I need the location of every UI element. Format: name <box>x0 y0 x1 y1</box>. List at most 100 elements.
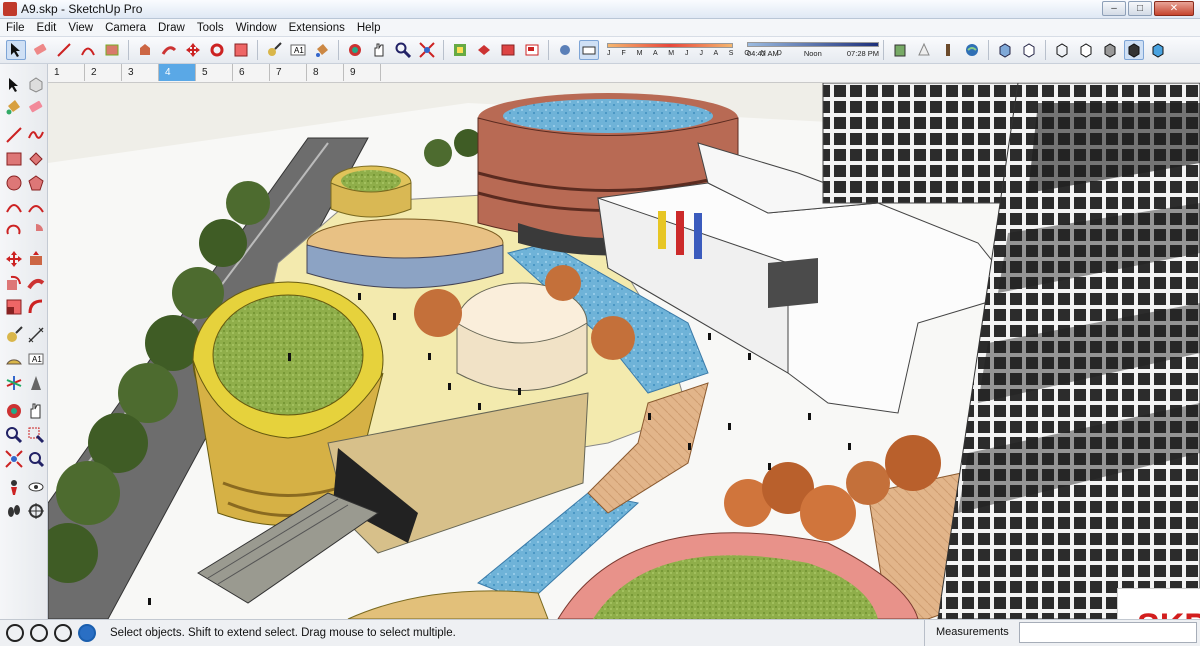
layout-button[interactable] <box>522 40 542 60</box>
orbit-icon[interactable] <box>5 402 23 420</box>
rectangle-icon[interactable] <box>5 150 23 168</box>
menu-draw[interactable]: Draw <box>152 22 191 34</box>
user-status-icon[interactable] <box>54 624 72 642</box>
pie-icon[interactable] <box>27 222 45 240</box>
pan-icon[interactable] <box>27 402 45 420</box>
scene-tab-4[interactable]: 4 <box>159 64 196 81</box>
walk-icon[interactable] <box>5 502 23 520</box>
menu-view[interactable]: View <box>62 22 99 34</box>
eraser-tool-button[interactable] <box>30 40 50 60</box>
paint-bucket-tool-button[interactable] <box>312 40 332 60</box>
scale-icon[interactable] <box>5 298 23 316</box>
pan-tool-button[interactable] <box>369 40 389 60</box>
zoom-tool-button[interactable] <box>393 40 413 60</box>
zoom-extents-tool-button[interactable] <box>417 40 437 60</box>
polygon-icon[interactable] <box>27 174 45 192</box>
section-plane-button[interactable] <box>938 40 958 60</box>
dimensions-icon[interactable] <box>27 326 45 344</box>
fog-button[interactable] <box>914 40 934 60</box>
orbit-tool-button[interactable] <box>345 40 365 60</box>
menu-edit[interactable]: Edit <box>31 22 63 34</box>
menu-extensions[interactable]: Extensions <box>283 22 351 34</box>
menu-tools[interactable]: Tools <box>191 22 230 34</box>
geo-location-button[interactable] <box>962 40 982 60</box>
line-tool-button[interactable] <box>54 40 74 60</box>
circle-icon[interactable] <box>5 174 23 192</box>
arc-tool-button[interactable] <box>78 40 98 60</box>
push-pull-tool-button[interactable] <box>135 40 155 60</box>
section-plane-icon[interactable] <box>27 502 45 520</box>
select-tool-button[interactable] <box>6 40 26 60</box>
help-icon[interactable] <box>78 624 96 642</box>
3d-warehouse-button[interactable] <box>450 40 470 60</box>
shadows-toggle-button[interactable] <box>555 40 575 60</box>
text-icon[interactable]: A1 <box>27 350 45 368</box>
scene-tab-6[interactable]: 6 <box>233 64 270 81</box>
menu-window[interactable]: Window <box>230 22 283 34</box>
hidden-line-style-button[interactable] <box>1076 40 1096 60</box>
look-around-icon[interactable] <box>27 478 45 496</box>
move-tool-button[interactable] <box>183 40 203 60</box>
make-component-icon[interactable] <box>27 76 45 94</box>
rotate-icon[interactable] <box>5 274 23 292</box>
shaded-with-textures-style-button[interactable] <box>1124 40 1144 60</box>
eraser-icon[interactable] <box>27 98 45 116</box>
close-button[interactable]: ✕ <box>1154 1 1194 16</box>
styles-button[interactable] <box>890 40 910 60</box>
share-component-button[interactable] <box>474 40 494 60</box>
freehand-icon[interactable] <box>27 126 45 144</box>
3d-text-icon[interactable] <box>27 374 45 392</box>
scene-tab-3[interactable]: 3 <box>122 64 159 81</box>
scene-tab-1[interactable]: 1 <box>48 64 85 81</box>
previous-view-icon[interactable] <box>27 450 45 468</box>
shadow-month-slider[interactable]: J F M A M J J A S O N D <box>607 43 782 57</box>
protractor-icon[interactable] <box>5 350 23 368</box>
scene-tab-7[interactable]: 7 <box>270 64 307 81</box>
sketchup-app-icon[interactable] <box>3 2 17 16</box>
offset-icon[interactable] <box>27 298 45 316</box>
rotate-tool-button[interactable] <box>207 40 227 60</box>
arc-icon[interactable] <box>5 198 23 216</box>
menu-file[interactable]: File <box>0 22 31 34</box>
shape-tool-button[interactable] <box>102 40 122 60</box>
info-status-icon[interactable] <box>30 624 48 642</box>
position-camera-icon[interactable] <box>5 478 23 496</box>
display-shadows-button[interactable] <box>579 40 599 60</box>
line-icon[interactable] <box>5 126 23 144</box>
zoom-window-icon[interactable] <box>27 426 45 444</box>
model-viewport[interactable]: SKP <box>48 83 1200 619</box>
wireframe-style-button[interactable] <box>1052 40 1072 60</box>
shadow-time-slider[interactable]: 04:42 AM Noon 07:28 PM <box>747 42 879 58</box>
monochrome-style-button[interactable] <box>1148 40 1168 60</box>
tape-measure-icon[interactable] <box>5 326 23 344</box>
two-point-arc-icon[interactable] <box>27 198 45 216</box>
tape-measure-tool-button[interactable] <box>264 40 284 60</box>
extension-warehouse-button[interactable] <box>498 40 518 60</box>
scene-tab-2[interactable]: 2 <box>85 64 122 81</box>
scene-tab-5[interactable]: 5 <box>196 64 233 81</box>
follow-me-icon[interactable] <box>27 274 45 292</box>
zoom-icon[interactable] <box>5 426 23 444</box>
scene-tab-8[interactable]: 8 <box>307 64 344 81</box>
paint-bucket-icon[interactable] <box>5 98 23 116</box>
push-pull-icon[interactable] <box>27 250 45 268</box>
xray-style-button[interactable] <box>995 40 1015 60</box>
maximize-button[interactable]: □ <box>1128 1 1152 16</box>
axes-icon[interactable] <box>5 374 23 392</box>
zoom-extents-icon[interactable] <box>5 450 23 468</box>
minimize-button[interactable]: – <box>1102 1 1126 16</box>
menu-help[interactable]: Help <box>351 22 387 34</box>
back-edges-style-button[interactable] <box>1019 40 1039 60</box>
text-tool-button[interactable]: A1 <box>288 40 308 60</box>
menu-camera[interactable]: Camera <box>99 22 152 34</box>
three-point-arc-icon[interactable] <box>5 222 23 240</box>
geo-location-status-icon[interactable] <box>6 624 24 642</box>
scale-tool-button[interactable] <box>231 40 251 60</box>
shaded-style-button[interactable] <box>1100 40 1120 60</box>
scene-tab-9[interactable]: 9 <box>344 64 381 81</box>
select-icon[interactable] <box>5 76 23 94</box>
move-icon[interactable] <box>5 250 23 268</box>
measurements-input[interactable] <box>1019 622 1197 643</box>
rotated-rectangle-icon[interactable] <box>27 150 45 168</box>
follow-me-tool-button[interactable] <box>159 40 179 60</box>
